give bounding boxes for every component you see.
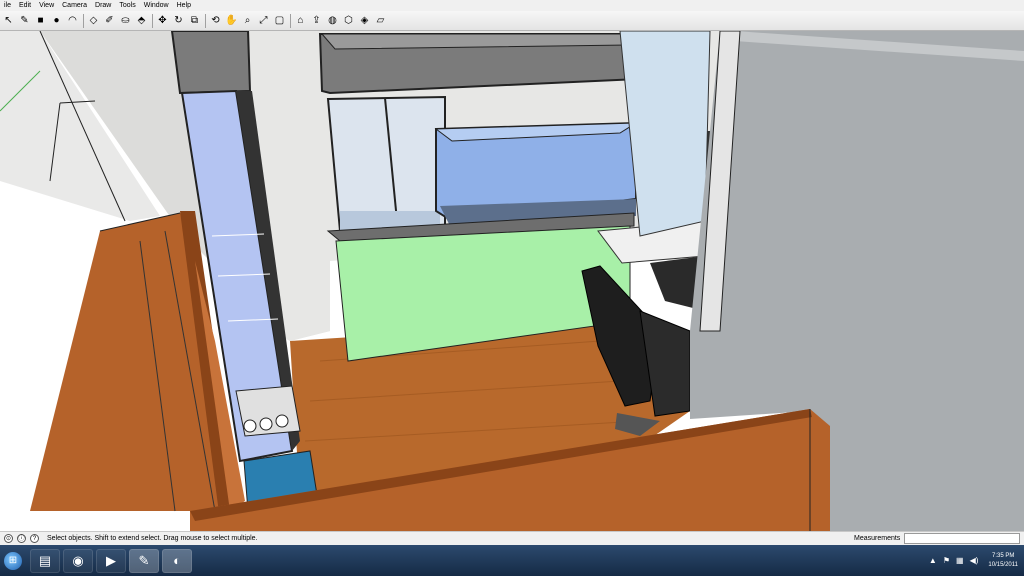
clock-date: 10/15/2011	[988, 561, 1018, 568]
paint-bucket-tool-icon[interactable]: ⛀	[119, 14, 132, 27]
filter-port	[243, 419, 257, 433]
menu-item-edit[interactable]: Edit	[15, 0, 35, 11]
measurements-input[interactable]	[904, 533, 1020, 544]
toolbar-separator	[83, 13, 84, 28]
rotate-tool-icon[interactable]: ↻	[172, 14, 185, 27]
zoom-tool-icon[interactable]: ⌕	[241, 14, 254, 27]
windows-explorer-icon[interactable]: ▤	[30, 548, 60, 573]
offset-tool-icon[interactable]: ⧉	[188, 14, 201, 27]
network-icon[interactable]: ▦	[956, 556, 964, 565]
windows-taskbar: ⊞ ▤ ◉ ▶ ✎ ◐ ▲ ⚑ ▦ ◀) 7:35 PM 10/15/2011	[0, 545, 1024, 576]
menu-item-help[interactable]: Help	[173, 0, 195, 11]
paint-icon[interactable]: ◐	[162, 548, 192, 573]
previous-view-icon[interactable]: ▢	[273, 14, 286, 27]
start-button[interactable]: ⊞	[4, 551, 22, 570]
components-icon[interactable]: ⬡	[342, 14, 355, 27]
status-message: Select objects. Shift to extend select. …	[47, 535, 258, 542]
menu-item-draw[interactable]: Draw	[91, 0, 115, 11]
sketchup-icon[interactable]: ✎	[129, 548, 159, 573]
filter-port	[259, 417, 273, 431]
flag-icon[interactable]: ⚑	[943, 556, 950, 565]
tape-measure-tool-icon[interactable]: ✐	[103, 14, 116, 27]
geo-location-icon[interactable]: ⊙	[4, 534, 13, 543]
menu-item-ile[interactable]: ile	[0, 0, 15, 11]
arc-tool-icon[interactable]: ◠	[66, 14, 79, 27]
credits-icon[interactable]: ⓘ	[17, 534, 26, 543]
circle-tool-icon[interactable]: ●	[50, 14, 63, 27]
toolbar-separator	[290, 13, 291, 28]
menu-bar: ile Edit View Camera Draw Tools Window Help	[0, 0, 1024, 11]
toolbar-separator	[152, 13, 153, 28]
google-earth-icon[interactable]: ◍	[326, 14, 339, 27]
rectangle-tool-icon[interactable]: ■	[34, 14, 47, 27]
materials-icon[interactable]: ◈	[358, 14, 371, 27]
clock-time: 7:35 PM	[992, 552, 1015, 559]
measurements-box: Measurements	[854, 533, 1024, 544]
orbit-tool-icon[interactable]: ⟲	[209, 14, 222, 27]
move-tool-icon[interactable]: ✥	[156, 14, 169, 27]
share-model-icon[interactable]: ⇪	[310, 14, 323, 27]
tall-tank-cap	[170, 31, 252, 95]
chrome-icon[interactable]: ◉	[63, 548, 93, 573]
menu-item-camera[interactable]: Camera	[58, 0, 91, 11]
menu-item-view[interactable]: View	[35, 0, 58, 11]
pan-tool-icon[interactable]: ✋	[225, 14, 238, 27]
toolbar-separator	[205, 13, 206, 28]
volume-icon[interactable]: ◀)	[970, 556, 979, 565]
zoom-extents-tool-icon[interactable]: ⤢	[257, 14, 270, 27]
eraser-tool-icon[interactable]: ◇	[87, 14, 100, 27]
show-hidden-icons-icon[interactable]: ▲	[929, 556, 937, 565]
select-tool-icon[interactable]: ↖	[2, 14, 15, 27]
clock[interactable]: 7:35 PM 10/15/2011	[988, 552, 1018, 570]
media-player-icon[interactable]: ▶	[96, 548, 126, 573]
toolbar: ↖ ✎ ■ ● ◠ ◇ ✐ ⛀ ⬘ ✥ ↻ ⧉ ⟲ ✋ ⌕ ⤢ ▢ ⌂ ⇪ ◍ ⬡ ◈ ▱	[0, 11, 1024, 31]
system-tray: ▲ ⚑ ▦ ◀) 7:35 PM 10/15/2011	[929, 545, 1018, 576]
menu-item-window[interactable]: Window	[140, 0, 173, 11]
filter-port	[275, 414, 289, 428]
model-viewport[interactable]	[0, 31, 1024, 531]
styles-icon[interactable]: ▱	[374, 14, 387, 27]
pencil-tool-icon[interactable]: ✎	[18, 14, 31, 27]
measurements-label: Measurements	[854, 535, 901, 542]
help-icon[interactable]: ?	[30, 534, 39, 543]
get-models-icon[interactable]: ⌂	[294, 14, 307, 27]
status-bar: ⊙ ⓘ ? Select objects. Shift to extend se…	[0, 531, 1024, 545]
push-pull-tool-icon[interactable]: ⬘	[135, 14, 148, 27]
menu-item-tools[interactable]: Tools	[115, 0, 139, 11]
